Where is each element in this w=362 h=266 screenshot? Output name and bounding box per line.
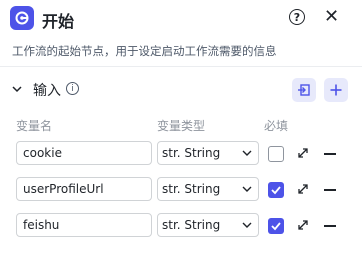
node-description: 工作流的起始节点，用于设定启动工作流需要的信息 bbox=[12, 44, 277, 58]
variable-type-select[interactable]: str. String bbox=[157, 141, 259, 165]
import-icon bbox=[298, 84, 310, 96]
chevron-down-icon bbox=[242, 186, 252, 192]
node-header: 开始 ? ✕ bbox=[0, 0, 362, 38]
required-checkbox[interactable] bbox=[268, 182, 284, 198]
chevron-down-icon[interactable] bbox=[12, 84, 22, 94]
inputs-section-title: 输入 bbox=[33, 83, 61, 99]
node-title: 开始 bbox=[42, 12, 75, 31]
variable-type-value: str. String bbox=[162, 146, 221, 160]
column-header-required: 必填 bbox=[264, 119, 289, 133]
chevron-down-icon bbox=[242, 150, 252, 156]
remove-row-icon[interactable] bbox=[324, 153, 336, 155]
variable-name-input[interactable]: cookie bbox=[16, 141, 152, 165]
import-button[interactable] bbox=[292, 78, 316, 102]
variable-type-select[interactable]: str. String bbox=[157, 177, 259, 201]
add-input-button[interactable] bbox=[324, 78, 348, 102]
check-icon bbox=[271, 186, 281, 195]
required-checkbox[interactable] bbox=[268, 218, 284, 234]
remove-row-icon[interactable] bbox=[324, 189, 336, 191]
expand-icon[interactable] bbox=[297, 147, 309, 159]
info-icon[interactable]: i bbox=[66, 82, 79, 95]
close-icon[interactable]: ✕ bbox=[324, 5, 339, 29]
variable-type-select[interactable]: str. String bbox=[157, 213, 259, 237]
required-checkbox[interactable] bbox=[268, 146, 284, 162]
expand-icon[interactable] bbox=[297, 183, 309, 195]
remove-row-icon[interactable] bbox=[324, 225, 336, 227]
input-row: userProfileUrl str. String bbox=[0, 177, 362, 203]
plus-icon bbox=[330, 84, 342, 96]
variable-type-value: str. String bbox=[162, 218, 221, 232]
divider bbox=[0, 66, 362, 67]
check-icon bbox=[271, 222, 281, 231]
expand-icon[interactable] bbox=[297, 219, 309, 231]
chevron-down-icon bbox=[242, 222, 252, 228]
start-node-icon bbox=[10, 6, 34, 30]
column-header-type: 变量类型 bbox=[157, 119, 206, 133]
column-header-name: 变量名 bbox=[16, 119, 53, 133]
variable-type-value: str. String bbox=[162, 182, 221, 196]
variable-name-input[interactable]: feishu bbox=[16, 213, 152, 237]
input-row: cookie str. String bbox=[0, 141, 362, 167]
help-icon[interactable]: ? bbox=[289, 9, 305, 25]
input-row: feishu str. String bbox=[0, 213, 362, 239]
variable-name-input[interactable]: userProfileUrl bbox=[16, 177, 152, 201]
